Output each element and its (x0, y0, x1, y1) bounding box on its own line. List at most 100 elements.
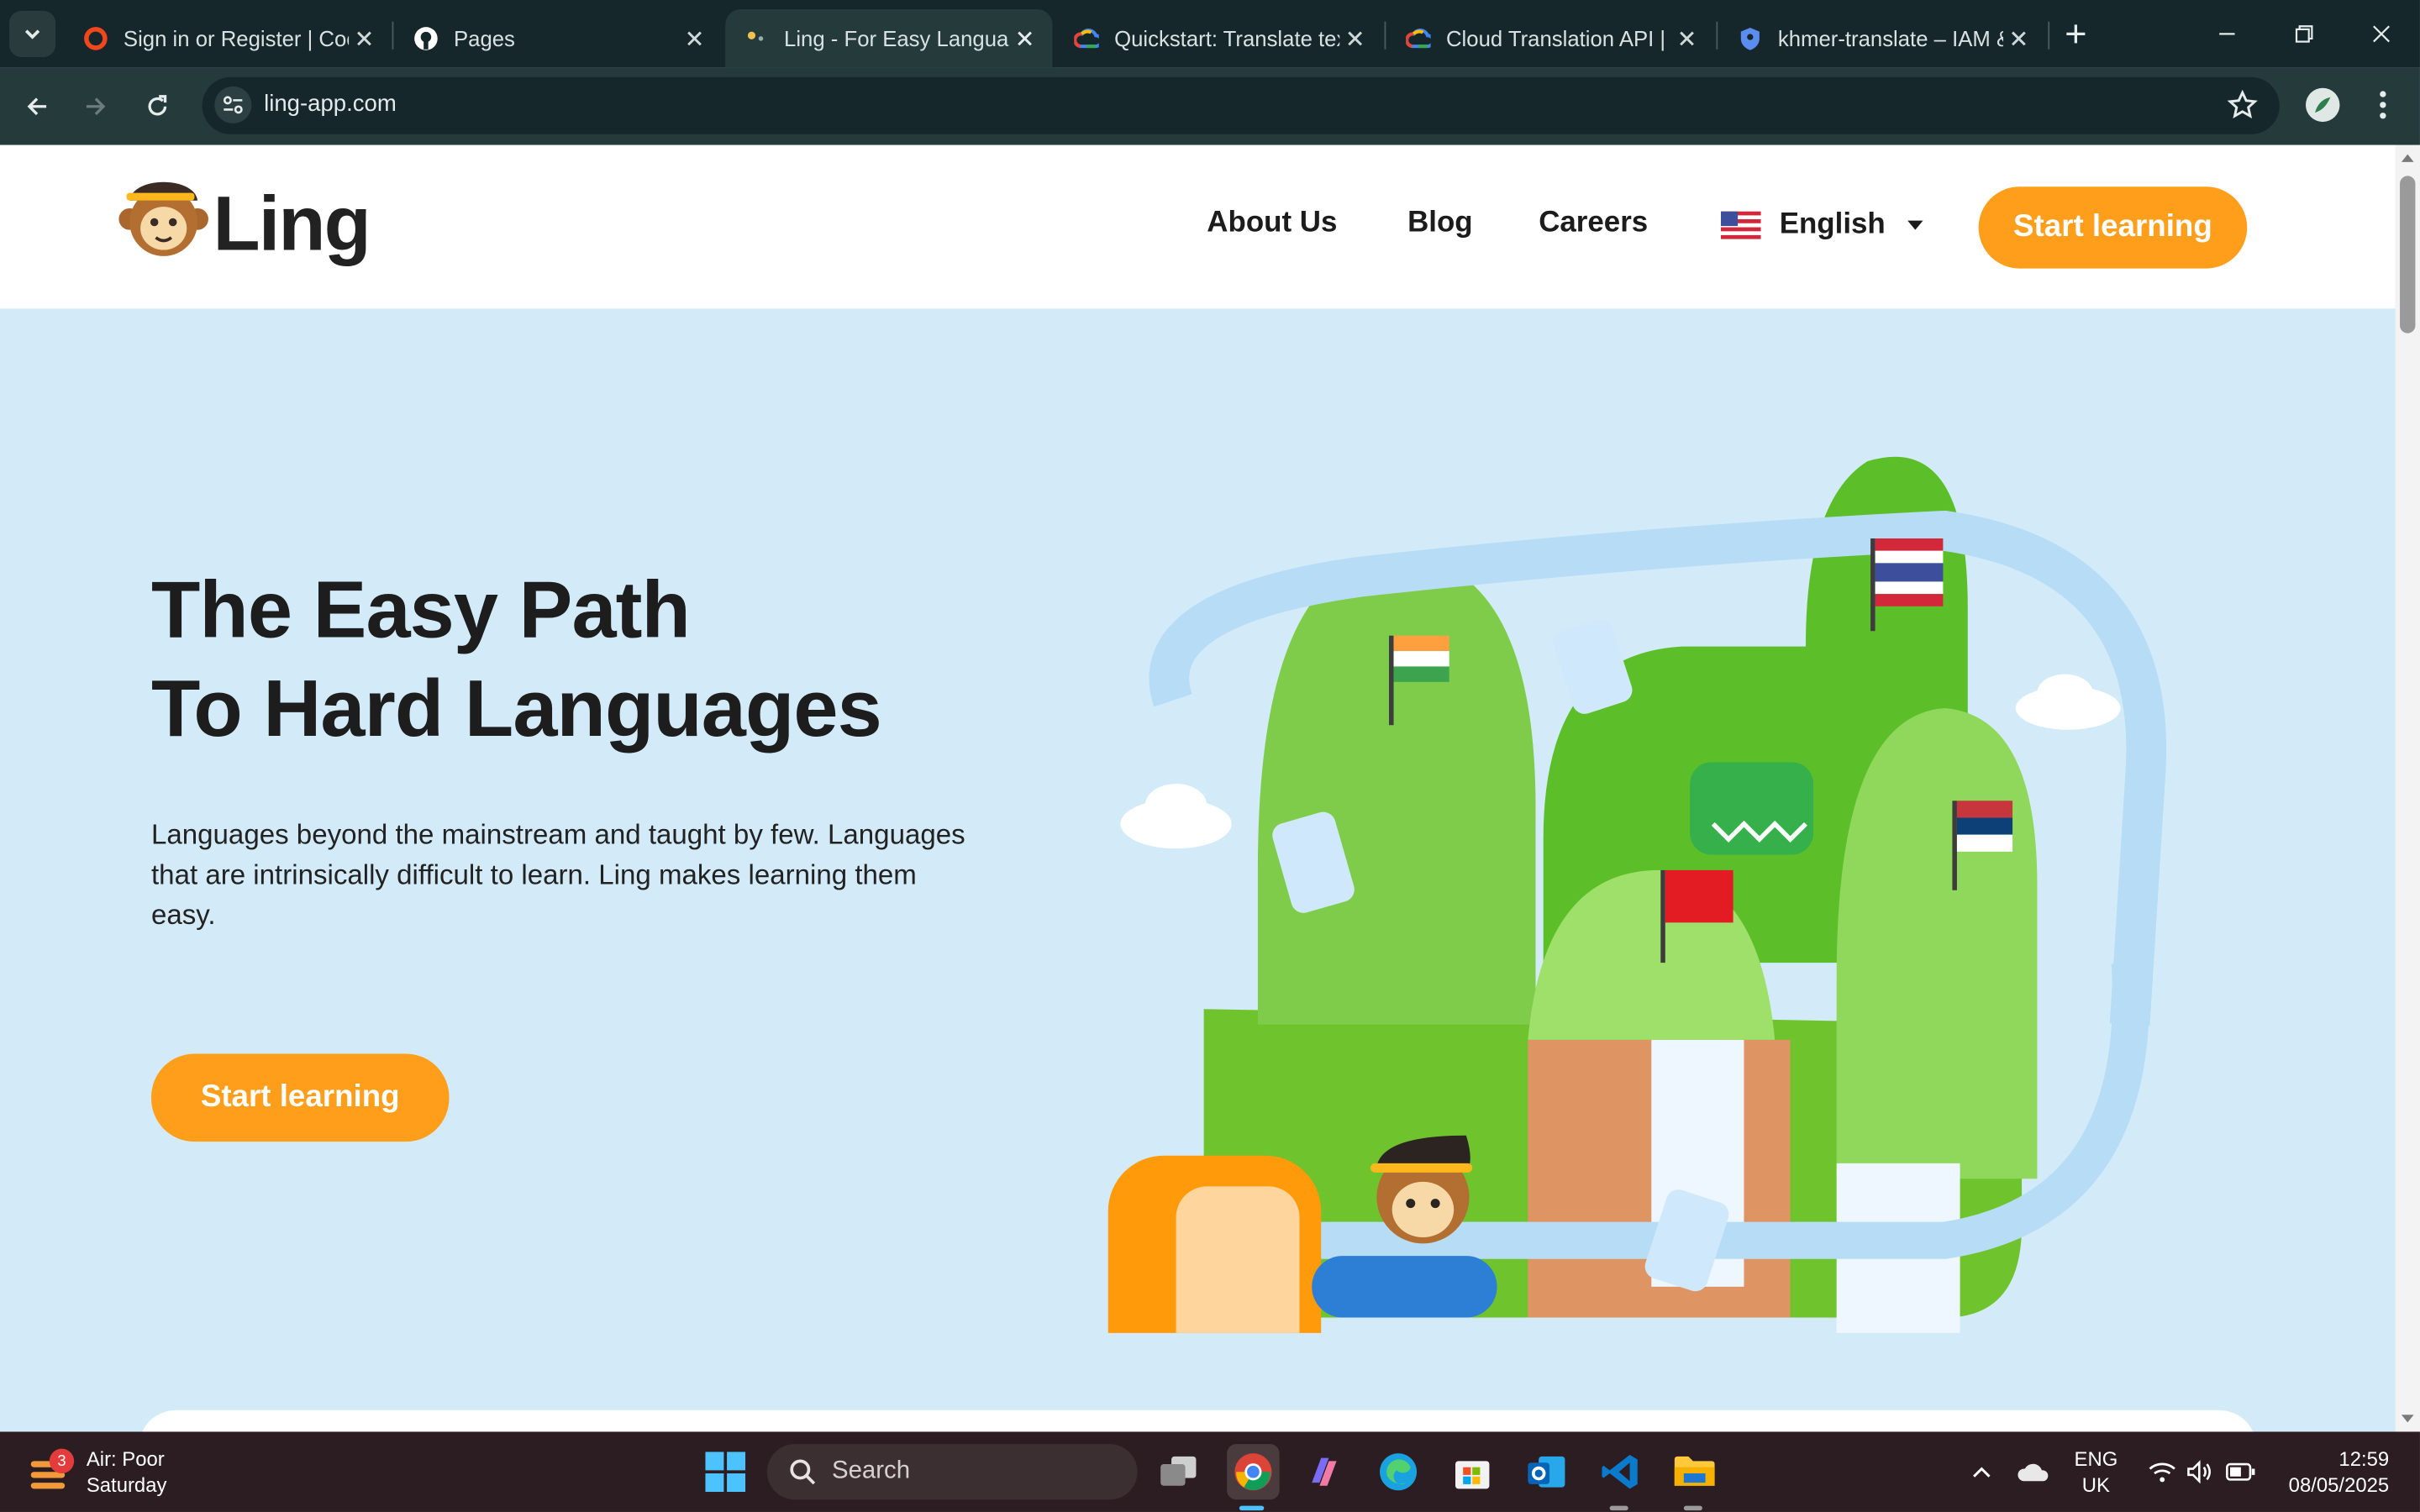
vscode-icon[interactable] (1596, 1447, 1645, 1497)
restore-button[interactable] (2265, 0, 2343, 68)
language-selector[interactable]: English (1720, 201, 1926, 250)
wifi-icon[interactable] (2145, 1453, 2179, 1490)
browser-tab-active[interactable]: Ling - For Easy Languag (725, 9, 1053, 68)
page-viewport: Ling About Us Blog Careers English Start… (0, 144, 2396, 1432)
scroll-paper (1176, 1186, 1300, 1333)
nav-about-us-link[interactable]: About Us (1207, 207, 1337, 240)
back-button[interactable] (14, 83, 60, 129)
headline-line-2: To Hard Languages (150, 664, 882, 755)
tab-title: Ling - For Easy Languag (784, 26, 1010, 51)
search-placeholder: Search (831, 1457, 911, 1484)
copilot-icon[interactable] (1300, 1447, 1349, 1497)
ling-logo[interactable]: Ling (118, 166, 380, 290)
close-icon[interactable] (679, 24, 710, 55)
tab-title: khmer-translate – IAM & (1777, 26, 2004, 51)
green-dinosaur (1690, 762, 1814, 855)
graduation-card (1553, 619, 1633, 714)
caret-down-icon (1907, 220, 1923, 230)
windows-taskbar: 3 Air: Poor Saturday Search ENG UK 12:59… (0, 1431, 2420, 1512)
start-learning-hero-button[interactable]: Start learning (150, 1053, 450, 1142)
reload-icon (148, 95, 167, 116)
forward-button[interactable] (72, 83, 118, 129)
telescope (1312, 1256, 1497, 1318)
tab-separator (1384, 21, 1386, 50)
google-cloud-icon (1406, 26, 1431, 50)
browser-tab[interactable]: Sign in or Register | Coc (65, 9, 392, 68)
file-explorer-icon[interactable] (1670, 1447, 1719, 1497)
active-app-indicator (1239, 1505, 1265, 1511)
lang-code: ENG (2074, 1446, 2118, 1471)
air-quality-icon: 3 (28, 1448, 75, 1495)
taskbar-search-box[interactable]: Search (766, 1444, 1138, 1500)
browser-tab[interactable]: Cloud Translation API | (1387, 9, 1714, 68)
ling-monkey-icon (744, 26, 768, 50)
cloud (2015, 674, 2121, 730)
browser-toolbar: ling-app.com (0, 67, 2420, 145)
nav-careers-link[interactable]: Careers (1539, 207, 1648, 240)
screen: Sign in or Register | Coc Pages Ling - F… (0, 0, 2420, 1512)
site-info-icon[interactable] (214, 86, 252, 123)
clock-time: 12:59 (2338, 1446, 2390, 1471)
content-card-top (139, 1410, 2257, 1432)
scroll-down-icon[interactable] (2396, 1410, 2420, 1429)
minimize-icon (2219, 33, 2235, 35)
taskbar-clock[interactable]: 12:59 08/05/2025 (2269, 1446, 2390, 1498)
url-text[interactable]: ling-app.com (264, 91, 397, 117)
more-vert-icon[interactable] (2367, 88, 2398, 122)
new-tab-button[interactable] (2059, 17, 2092, 50)
page-scrollbar[interactable] (2395, 144, 2420, 1432)
close-icon[interactable] (1671, 24, 1702, 55)
tab-title: Cloud Translation API | (1445, 26, 1666, 51)
browser-tab[interactable]: Pages (395, 9, 722, 68)
scrollbar-thumb[interactable] (2400, 176, 2416, 333)
plus-icon (2066, 24, 2086, 44)
edge-icon[interactable] (1374, 1447, 1423, 1497)
arrow-left-icon (27, 97, 47, 116)
close-window-button[interactable] (2343, 0, 2420, 68)
weather-day: Saturday (86, 1473, 167, 1497)
volume-icon[interactable] (2182, 1453, 2216, 1490)
tab-title: Pages (453, 26, 515, 51)
arrow-right-icon (86, 97, 106, 116)
cloud (1120, 784, 1232, 849)
windows-start-icon[interactable] (701, 1447, 750, 1497)
browser-tab[interactable]: khmer-translate – IAM & (1719, 9, 2046, 68)
start-learning-header-button[interactable]: Start learning (1978, 186, 2248, 269)
hero-island-illustration (1107, 456, 2166, 1333)
close-icon[interactable] (1009, 24, 1040, 55)
profile-avatar-icon[interactable] (2306, 87, 2340, 123)
running-app-indicator (1683, 1505, 1702, 1511)
address-bar[interactable]: ling-app.com (202, 76, 2280, 134)
task-view-icon[interactable] (1155, 1447, 1204, 1497)
reload-button[interactable] (134, 83, 181, 129)
weather-badge: 3 (49, 1448, 75, 1474)
battery-icon[interactable] (2223, 1453, 2260, 1490)
clock-date: 08/05/2025 (2288, 1473, 2390, 1497)
browser-tab-strip: Sign in or Register | Coc Pages Ling - F… (0, 0, 2420, 68)
minimize-button[interactable] (2188, 0, 2265, 68)
close-icon[interactable] (1339, 24, 1370, 55)
opera-circle-icon (83, 26, 108, 50)
tab-search-button[interactable] (9, 10, 56, 57)
bookmark-star-icon[interactable] (2227, 89, 2258, 121)
microsoft-store-icon[interactable] (1448, 1447, 1497, 1497)
monkey-mascot-icon (118, 181, 208, 256)
close-icon[interactable] (349, 24, 380, 55)
outlook-icon[interactable] (1522, 1447, 1571, 1497)
chrome-icon[interactable] (1227, 1444, 1280, 1500)
onedrive-cloud-icon[interactable] (2016, 1453, 2053, 1490)
tab-separator (1716, 21, 1718, 50)
chevron-up-icon[interactable] (1966, 1453, 1997, 1490)
browser-tab[interactable]: Quickstart: Translate tex (1055, 9, 1382, 68)
nav-blog-link[interactable]: Blog (1407, 207, 1473, 240)
input-language-indicator[interactable]: ENG UK (2075, 1446, 2118, 1498)
hill-right (1836, 708, 2038, 1179)
weather-widget[interactable]: 3 Air: Poor Saturday (28, 1441, 166, 1502)
scroll-up-icon[interactable] (2396, 148, 2420, 166)
hill-left (1257, 554, 1536, 1025)
close-icon[interactable] (2003, 24, 2034, 55)
language-label: English (1779, 207, 1886, 241)
shield-icon (1738, 26, 1762, 50)
search-icon (790, 1459, 816, 1485)
headline-line-1: The Easy Path (150, 566, 691, 656)
